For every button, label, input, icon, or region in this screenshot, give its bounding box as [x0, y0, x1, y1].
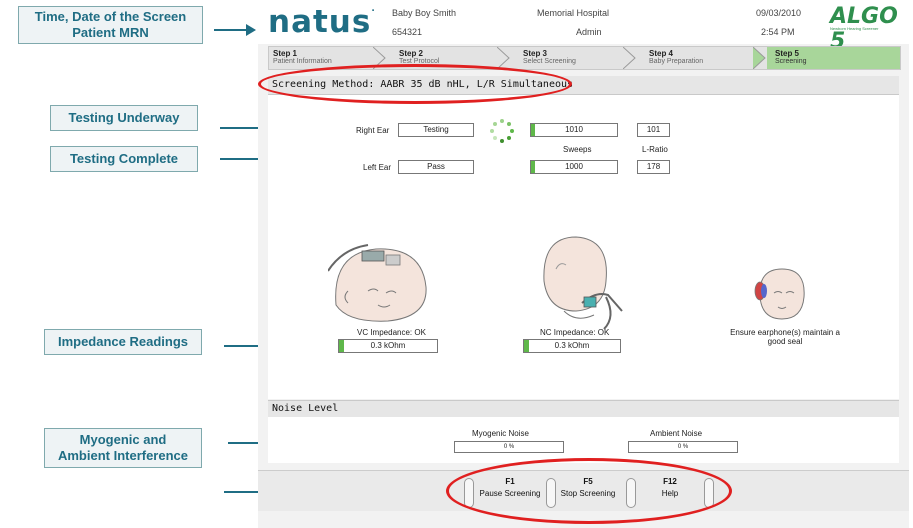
nc-impedance-label: NC Impedance: OK: [540, 328, 610, 337]
header-bar: natus. Baby Boy Smith 654321 Memorial Ho…: [258, 0, 909, 54]
vc-impedance-label: VC Impedance: OK: [357, 328, 426, 337]
step-3: Step 3 Select Screening: [523, 49, 576, 65]
right-ear-status: Testing: [398, 123, 474, 137]
callout-testing-complete: Testing Complete: [50, 146, 198, 172]
right-sweeps-bar: 1010: [530, 123, 618, 137]
left-ear-status: Pass: [398, 160, 474, 174]
nc-impedance-bar: 0.3 kOhm: [523, 339, 621, 353]
left-ear-label: Left Ear: [363, 163, 392, 172]
screen-date: 09/03/2010: [756, 8, 802, 18]
chevron-separator-icon: [623, 47, 636, 69]
natus-logo: natus.: [268, 4, 376, 40]
callout-myogenic: Myogenic and Ambient Interference: [44, 428, 202, 468]
right-ear-label: Right Ear: [356, 126, 390, 135]
testing-spinner-icon: [490, 119, 514, 143]
chevron-separator-icon: [497, 47, 510, 69]
screening-panel: Right Ear Testing 1010 101 Sweeps L-Rati…: [268, 95, 899, 399]
right-lratio: 101: [637, 123, 670, 137]
highlight-oval-fkeys: [446, 458, 732, 524]
user-name: Admin: [576, 27, 602, 37]
earphone-seal-message: Ensure earphone(s) maintain a good seal: [730, 328, 840, 346]
baby-earphone-illustration: [754, 268, 805, 320]
vc-impedance-bar: 0.3 kOhm: [338, 339, 438, 353]
sweeps-header: Sweeps: [563, 145, 592, 154]
lratio-header: L-Ratio: [642, 145, 668, 154]
left-lratio: 178: [637, 160, 670, 174]
baby-vc-electrode-illustration: [328, 244, 427, 322]
chevron-separator-icon: [753, 47, 767, 69]
noise-level-header: Noise Level: [268, 400, 899, 418]
patient-name: Baby Boy Smith: [392, 8, 457, 18]
ambient-noise-label: Ambient Noise: [650, 429, 703, 438]
left-sweeps-bar: 1000: [530, 160, 618, 174]
callout-impedance: Impedance Readings: [44, 329, 202, 355]
highlight-oval-method: [258, 64, 572, 104]
myogenic-noise-bar: 0 %: [454, 441, 564, 453]
step-4: Step 4 Baby Preparation: [649, 49, 704, 65]
algo-tagline: Newborn Hearing Screener: [830, 26, 879, 31]
baby-nc-electrode-illustration: [543, 236, 623, 330]
myogenic-noise-label: Myogenic Noise: [472, 429, 529, 438]
arrow-time-date: [214, 24, 256, 36]
hospital-name: Memorial Hospital: [537, 8, 610, 18]
callout-time-date-mrn: Time, Date of the Screen Patient MRN: [18, 6, 203, 44]
noise-panel: Myogenic Noise 0 % Ambient Noise 0 %: [268, 417, 899, 463]
step-5-active: Step 5 Screening: [765, 47, 900, 69]
patient-mrn: 654321: [392, 27, 423, 37]
ambient-noise-bar: 0 %: [628, 441, 738, 453]
callout-testing-underway: Testing Underway: [50, 105, 198, 131]
screen-time: 2:54 PM: [761, 27, 795, 37]
